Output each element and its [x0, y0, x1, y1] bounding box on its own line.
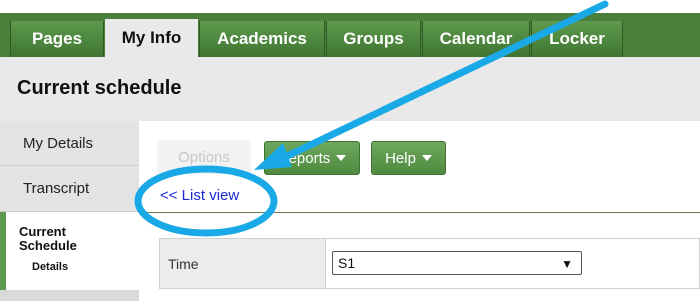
highlight-circle	[134, 165, 278, 237]
arrow-icon	[275, 0, 609, 164]
arrowhead-icon	[254, 143, 292, 170]
annotation-overlay	[134, 0, 609, 237]
